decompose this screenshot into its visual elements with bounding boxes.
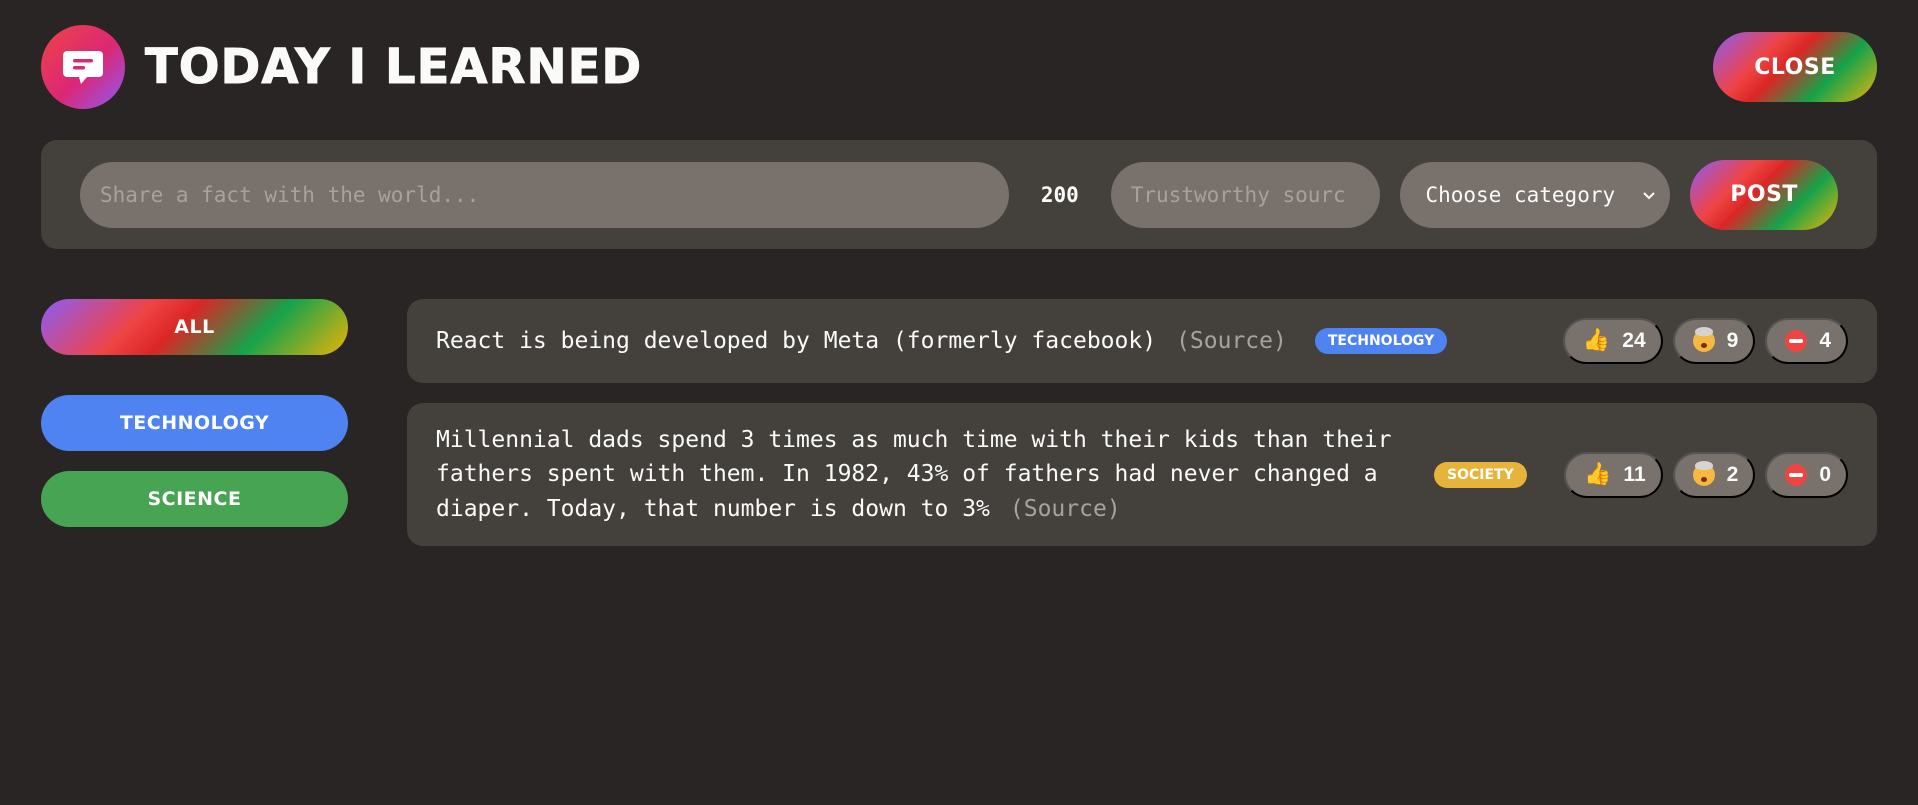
vote-buttons: 👍 11 2 0: [1564, 451, 1848, 498]
vote-mindblowing-button[interactable]: 2: [1672, 451, 1756, 498]
new-fact-form: Share a fact with the world... 200 Trust…: [41, 140, 1877, 249]
facts-list: React is being developed by Meta (former…: [407, 299, 1877, 547]
vote-count: 9: [1726, 329, 1739, 352]
vote-count: 2: [1726, 462, 1739, 486]
category-select[interactable]: Choose category: [1400, 161, 1671, 228]
mind-blown-icon: [1692, 327, 1715, 352]
thumbs-up-icon: 👍: [1584, 461, 1612, 487]
source-placeholder: Trustworthy sourc: [1130, 182, 1346, 207]
no-entry-icon: [1785, 330, 1808, 352]
speech-bubble-icon: [41, 25, 125, 109]
char-count: 200: [1040, 182, 1079, 207]
main-content: All Technology Science React is being de…: [41, 299, 1877, 547]
fact-item: React is being developed by Meta (former…: [407, 299, 1877, 383]
fact-item: Millennial dads spend 3 times as much ti…: [407, 403, 1877, 546]
no-entry-icon: [1785, 463, 1808, 486]
close-button[interactable]: Close: [1713, 32, 1877, 102]
vote-count: 0: [1819, 462, 1831, 486]
brand: Today I Learned: [41, 25, 642, 109]
vote-count: 24: [1622, 329, 1646, 352]
category-all-button[interactable]: All: [41, 299, 348, 355]
category-sidebar: All Technology Science: [41, 299, 348, 547]
category-tag: Technology: [1314, 328, 1448, 354]
vote-false-button[interactable]: 4: [1765, 318, 1848, 364]
category-technology-button[interactable]: Technology: [41, 395, 348, 451]
category-science-button[interactable]: Science: [41, 471, 348, 527]
fact-text-body: React is being developed by Meta (former…: [436, 327, 1157, 354]
vote-false-button[interactable]: 0: [1765, 451, 1848, 498]
vote-mindblowing-button[interactable]: 9: [1672, 318, 1756, 364]
source-link[interactable]: (Source): [1010, 496, 1121, 522]
category-tag: Society: [1434, 461, 1527, 488]
post-button[interactable]: Post: [1690, 159, 1839, 230]
vote-interesting-button[interactable]: 👍 11: [1564, 451, 1663, 498]
fact-text-placeholder: Share a fact with the world...: [100, 182, 480, 207]
vote-buttons: 👍 24 9 4: [1562, 318, 1848, 364]
fact-text: Millennial dads spend 3 times as much ti…: [436, 423, 1406, 527]
app-title: Today I Learned: [144, 39, 643, 96]
mind-blown-icon: [1692, 460, 1715, 486]
chevron-down-icon: [1643, 191, 1655, 199]
vote-count: 11: [1623, 462, 1646, 486]
app: Today I Learned Close Share a fact with …: [0, 0, 1918, 805]
app-header: Today I Learned Close: [41, 25, 1877, 109]
fact-text-body: Millennial dads spend 3 times as much ti…: [436, 426, 1392, 522]
category-select-value: Choose category: [1425, 182, 1616, 207]
source-link[interactable]: (Source): [1176, 328, 1287, 354]
fact-text: React is being developed by Meta (former…: [436, 324, 1287, 359]
thumbs-up-icon: 👍: [1582, 328, 1611, 353]
source-input[interactable]: Trustworthy sourc: [1110, 161, 1381, 228]
vote-interesting-button[interactable]: 👍 24: [1562, 318, 1663, 364]
fact-text-input[interactable]: Share a fact with the world...: [80, 161, 1009, 228]
vote-count: 4: [1819, 329, 1831, 352]
